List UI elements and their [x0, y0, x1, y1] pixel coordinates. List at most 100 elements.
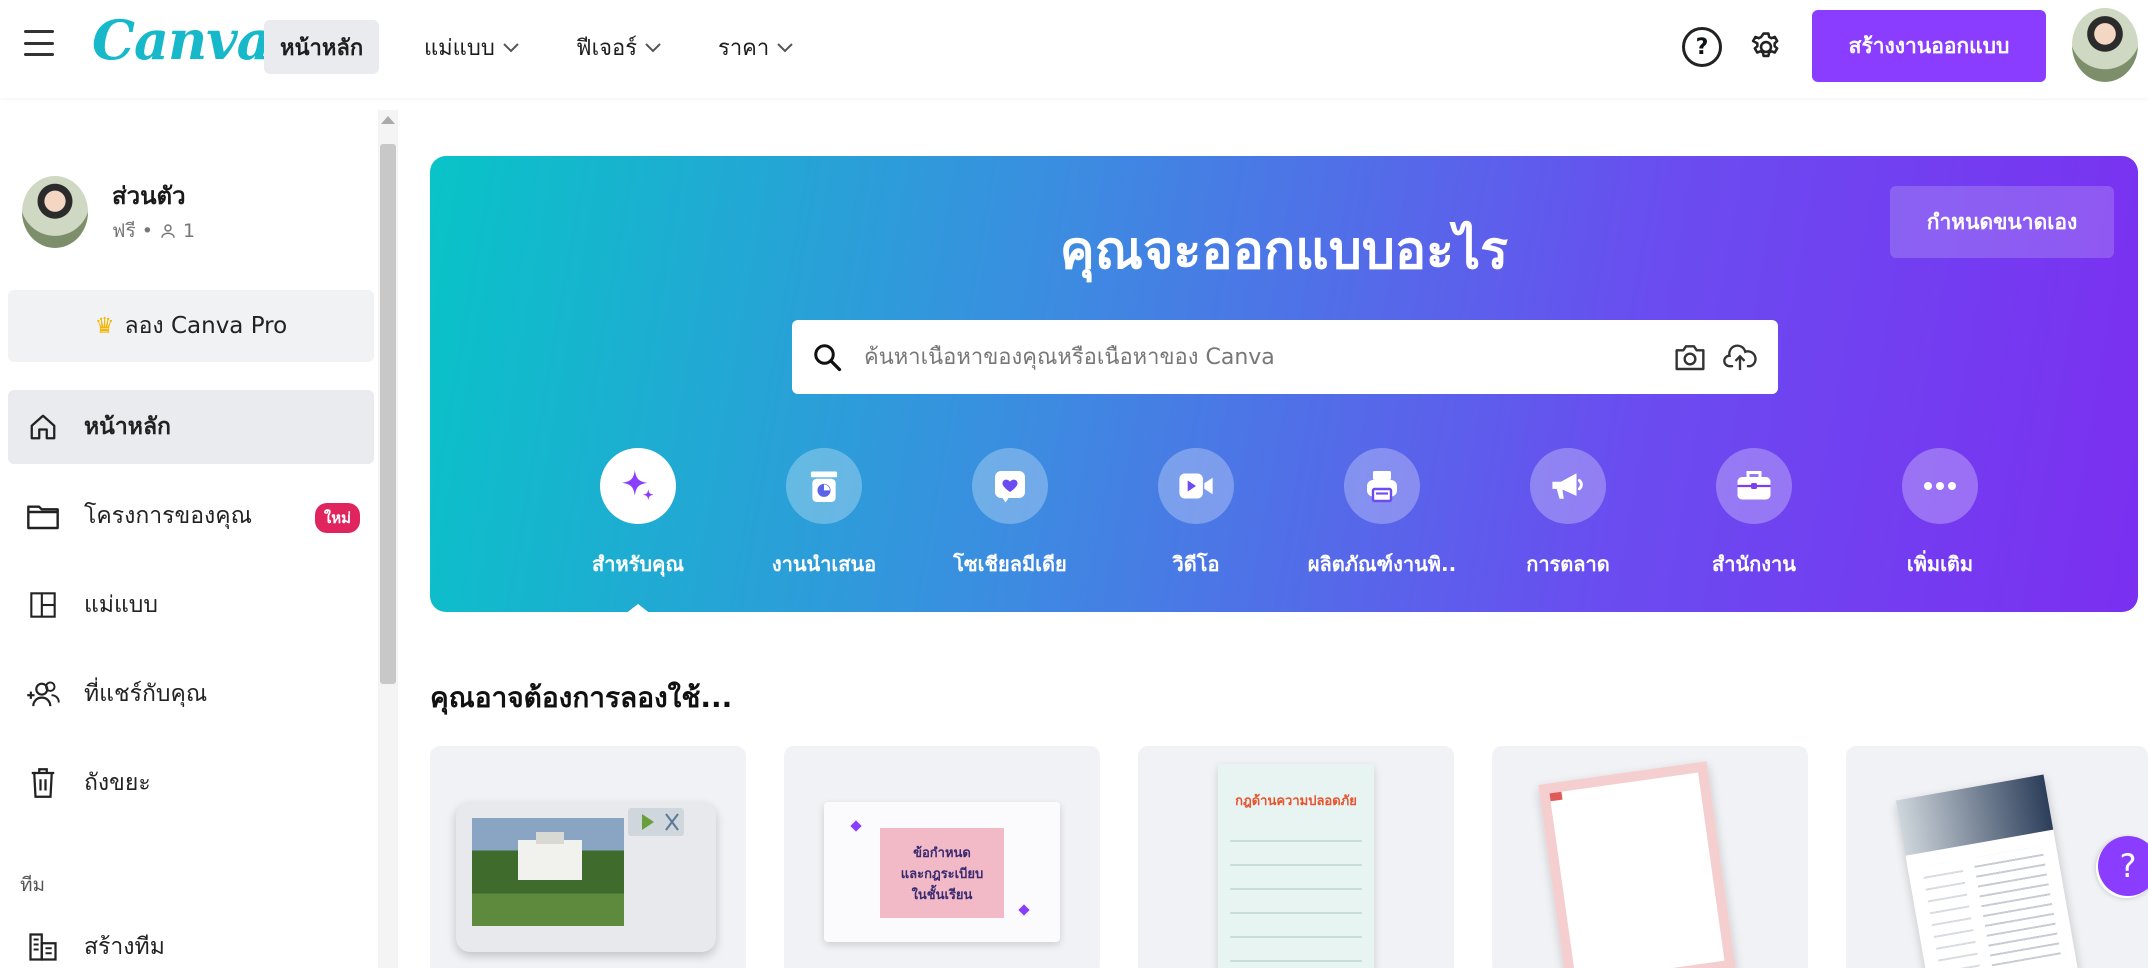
sidebar-item-label: สร้างทีม — [84, 934, 165, 960]
category-print-products[interactable]: ผลิตภัณฑ์งานพิ.. — [1292, 448, 1472, 580]
nav-templates[interactable]: แม่แบบ — [408, 20, 535, 74]
team-heading: ทีม — [20, 874, 46, 896]
profile-section[interactable]: ส่วนตัว ฟรี • 1 — [22, 176, 402, 266]
category-label: การตลาด — [1526, 552, 1610, 576]
building-photo — [472, 818, 624, 926]
heart-icon — [972, 448, 1048, 524]
sidebar-item-trash[interactable]: ถังขยะ — [8, 746, 374, 820]
infographic-heading: กฎด้านความปลอดภัย — [1235, 794, 1357, 809]
home-icon — [26, 410, 60, 444]
new-badge: ใหม่ — [314, 503, 360, 533]
category-label: สำหรับคุณ — [592, 552, 684, 576]
presentation-preview: ข้อกำหนด และกฎระเบียบ ในชั้นเรียน — [824, 802, 1060, 942]
trash-icon — [26, 766, 60, 800]
category-label: วิดีโอ — [1172, 552, 1220, 576]
sidebar-item-home[interactable]: หน้าหลัก — [8, 390, 374, 464]
nav-features-label: ฟีเจอร์ — [576, 35, 638, 61]
profile-name: ส่วนตัว — [112, 182, 186, 210]
confetti-decoration — [1018, 904, 1030, 916]
sparkle-icon — [600, 448, 676, 524]
chevron-down-icon — [777, 38, 793, 57]
sidebar-item-label: แม่แบบ — [84, 592, 159, 618]
chevron-down-icon — [503, 38, 519, 57]
nav-pricing-label: ราคา — [718, 35, 770, 61]
search-input[interactable] — [864, 344, 1658, 370]
category-marketing[interactable]: การตลาด — [1478, 448, 1658, 580]
active-category-pointer — [620, 604, 656, 618]
create-design-button[interactable]: สร้างงานออกแบบ — [1812, 10, 2046, 82]
nav-templates-label: แม่แบบ — [424, 35, 495, 61]
category-for-you[interactable]: สำหรับคุณ — [548, 448, 728, 618]
scrollbar-thumb[interactable] — [380, 144, 396, 684]
chevron-down-icon — [645, 38, 661, 57]
infographic-card[interactable]: กฎด้านความปลอดภัย — [1138, 746, 1454, 968]
printer-icon — [1344, 448, 1420, 524]
category-label: โซเชียลมีเดีย — [953, 552, 1067, 576]
gear-icon — [1751, 32, 1779, 58]
crown-icon: ♛ — [94, 313, 115, 339]
category-office[interactable]: สำนักงาน — [1664, 448, 1844, 580]
sidebar-item-create-team[interactable]: สร้างทีม — [8, 910, 374, 968]
play-icon — [628, 808, 684, 836]
category-social-media[interactable]: โซเชียลมีเดีย — [920, 448, 1100, 580]
create-team-icon — [26, 930, 60, 964]
category-label: ผลิตภัณฑ์งานพิ.. — [1307, 552, 1457, 576]
video-thumbnail-card[interactable] — [430, 746, 746, 968]
briefcase-icon — [1716, 448, 1792, 524]
avatar — [22, 176, 88, 248]
category-more[interactable]: เพิ่มเติม — [1850, 448, 2030, 580]
hamburger-menu-icon[interactable] — [24, 30, 54, 56]
sidebar-item-shared[interactable]: ที่แชร์กับคุณ — [8, 657, 374, 731]
member-count: 1 — [183, 220, 196, 242]
custom-size-button[interactable]: กำหนดขนาดเอง — [1890, 186, 2114, 258]
sidebar-scrollbar[interactable] — [378, 110, 398, 968]
settings-button[interactable] — [1746, 27, 1786, 67]
help-button[interactable]: ? — [1682, 27, 1722, 67]
megaphone-icon — [1530, 448, 1606, 524]
canva-logo[interactable]: Canva — [92, 8, 272, 72]
sidebar-item-label: โครงการของคุณ — [84, 503, 253, 529]
folder-icon — [26, 499, 60, 533]
nav-home[interactable]: หน้าหลัก — [264, 20, 380, 74]
presentation-line: ข้อกำหนด — [913, 845, 971, 861]
scroll-up-arrow-icon[interactable] — [381, 116, 395, 124]
category-video[interactable]: วิดีโอ — [1106, 448, 1286, 580]
category-label: เพิ่มเติม — [1906, 552, 1974, 576]
category-presentation[interactable]: งานนำเสนอ — [734, 448, 914, 580]
question-mark-icon: ? — [1695, 34, 1709, 60]
search-bar — [792, 320, 1778, 394]
user-avatar[interactable] — [2072, 8, 2138, 82]
design-hero-banner: คุณจะออกแบบอะไร กำหนดขนาดเอง สำหรับคุณ ง… — [430, 156, 2138, 618]
category-label: สำนักงาน — [1712, 552, 1796, 576]
try-pro-label: ลอง Canva Pro — [124, 313, 288, 339]
letterhead-preview — [1538, 761, 1736, 968]
sidebar-item-templates[interactable]: แม่แบบ — [8, 568, 374, 642]
video-thumbnail-image — [456, 802, 716, 952]
hero-title: คุณจะออกแบบอะไร — [1059, 221, 1509, 281]
letterhead-card[interactable] — [1492, 746, 1808, 968]
camera-search-icon[interactable] — [1672, 339, 1708, 375]
video-camera-icon — [1158, 448, 1234, 524]
upload-cloud-icon[interactable] — [1722, 339, 1758, 375]
presentation-line: ในชั้นเรียน — [911, 887, 973, 903]
sidebar-item-label: ถังขยะ — [84, 770, 151, 796]
infographic-preview: กฎด้านความปลอดภัย — [1218, 764, 1374, 968]
nav-pricing[interactable]: ราคา — [702, 20, 809, 74]
presentation-icon — [786, 448, 862, 524]
member-icon — [161, 224, 175, 238]
profile-plan-label: ฟรี • — [112, 220, 159, 242]
top-navigation-bar: Canva หน้าหลัก แม่แบบ ฟีเจอร์ ราคา ? สร้… — [0, 0, 2148, 98]
sidebar-item-label: หน้าหลัก — [84, 414, 171, 440]
suggestions-title: คุณอาจต้องการลองใช้... — [430, 681, 733, 714]
search-icon — [814, 344, 842, 372]
more-dots-icon — [1902, 448, 1978, 524]
template-icon — [26, 588, 60, 622]
sidebar-item-projects[interactable]: โครงการของคุณ ใหม่ — [8, 479, 374, 553]
nav-home-label: หน้าหลัก — [280, 35, 364, 61]
presentation-card[interactable]: ข้อกำหนด และกฎระเบียบ ในชั้นเรียน — [784, 746, 1100, 968]
presentation-line: และกฎระเบียบ — [900, 866, 984, 882]
resume-preview — [1895, 774, 2079, 968]
try-canva-pro-button[interactable]: ♛ ลอง Canva Pro — [8, 290, 374, 362]
sidebar-item-label: ที่แชร์กับคุณ — [84, 681, 208, 707]
nav-features[interactable]: ฟีเจอร์ — [560, 20, 677, 74]
